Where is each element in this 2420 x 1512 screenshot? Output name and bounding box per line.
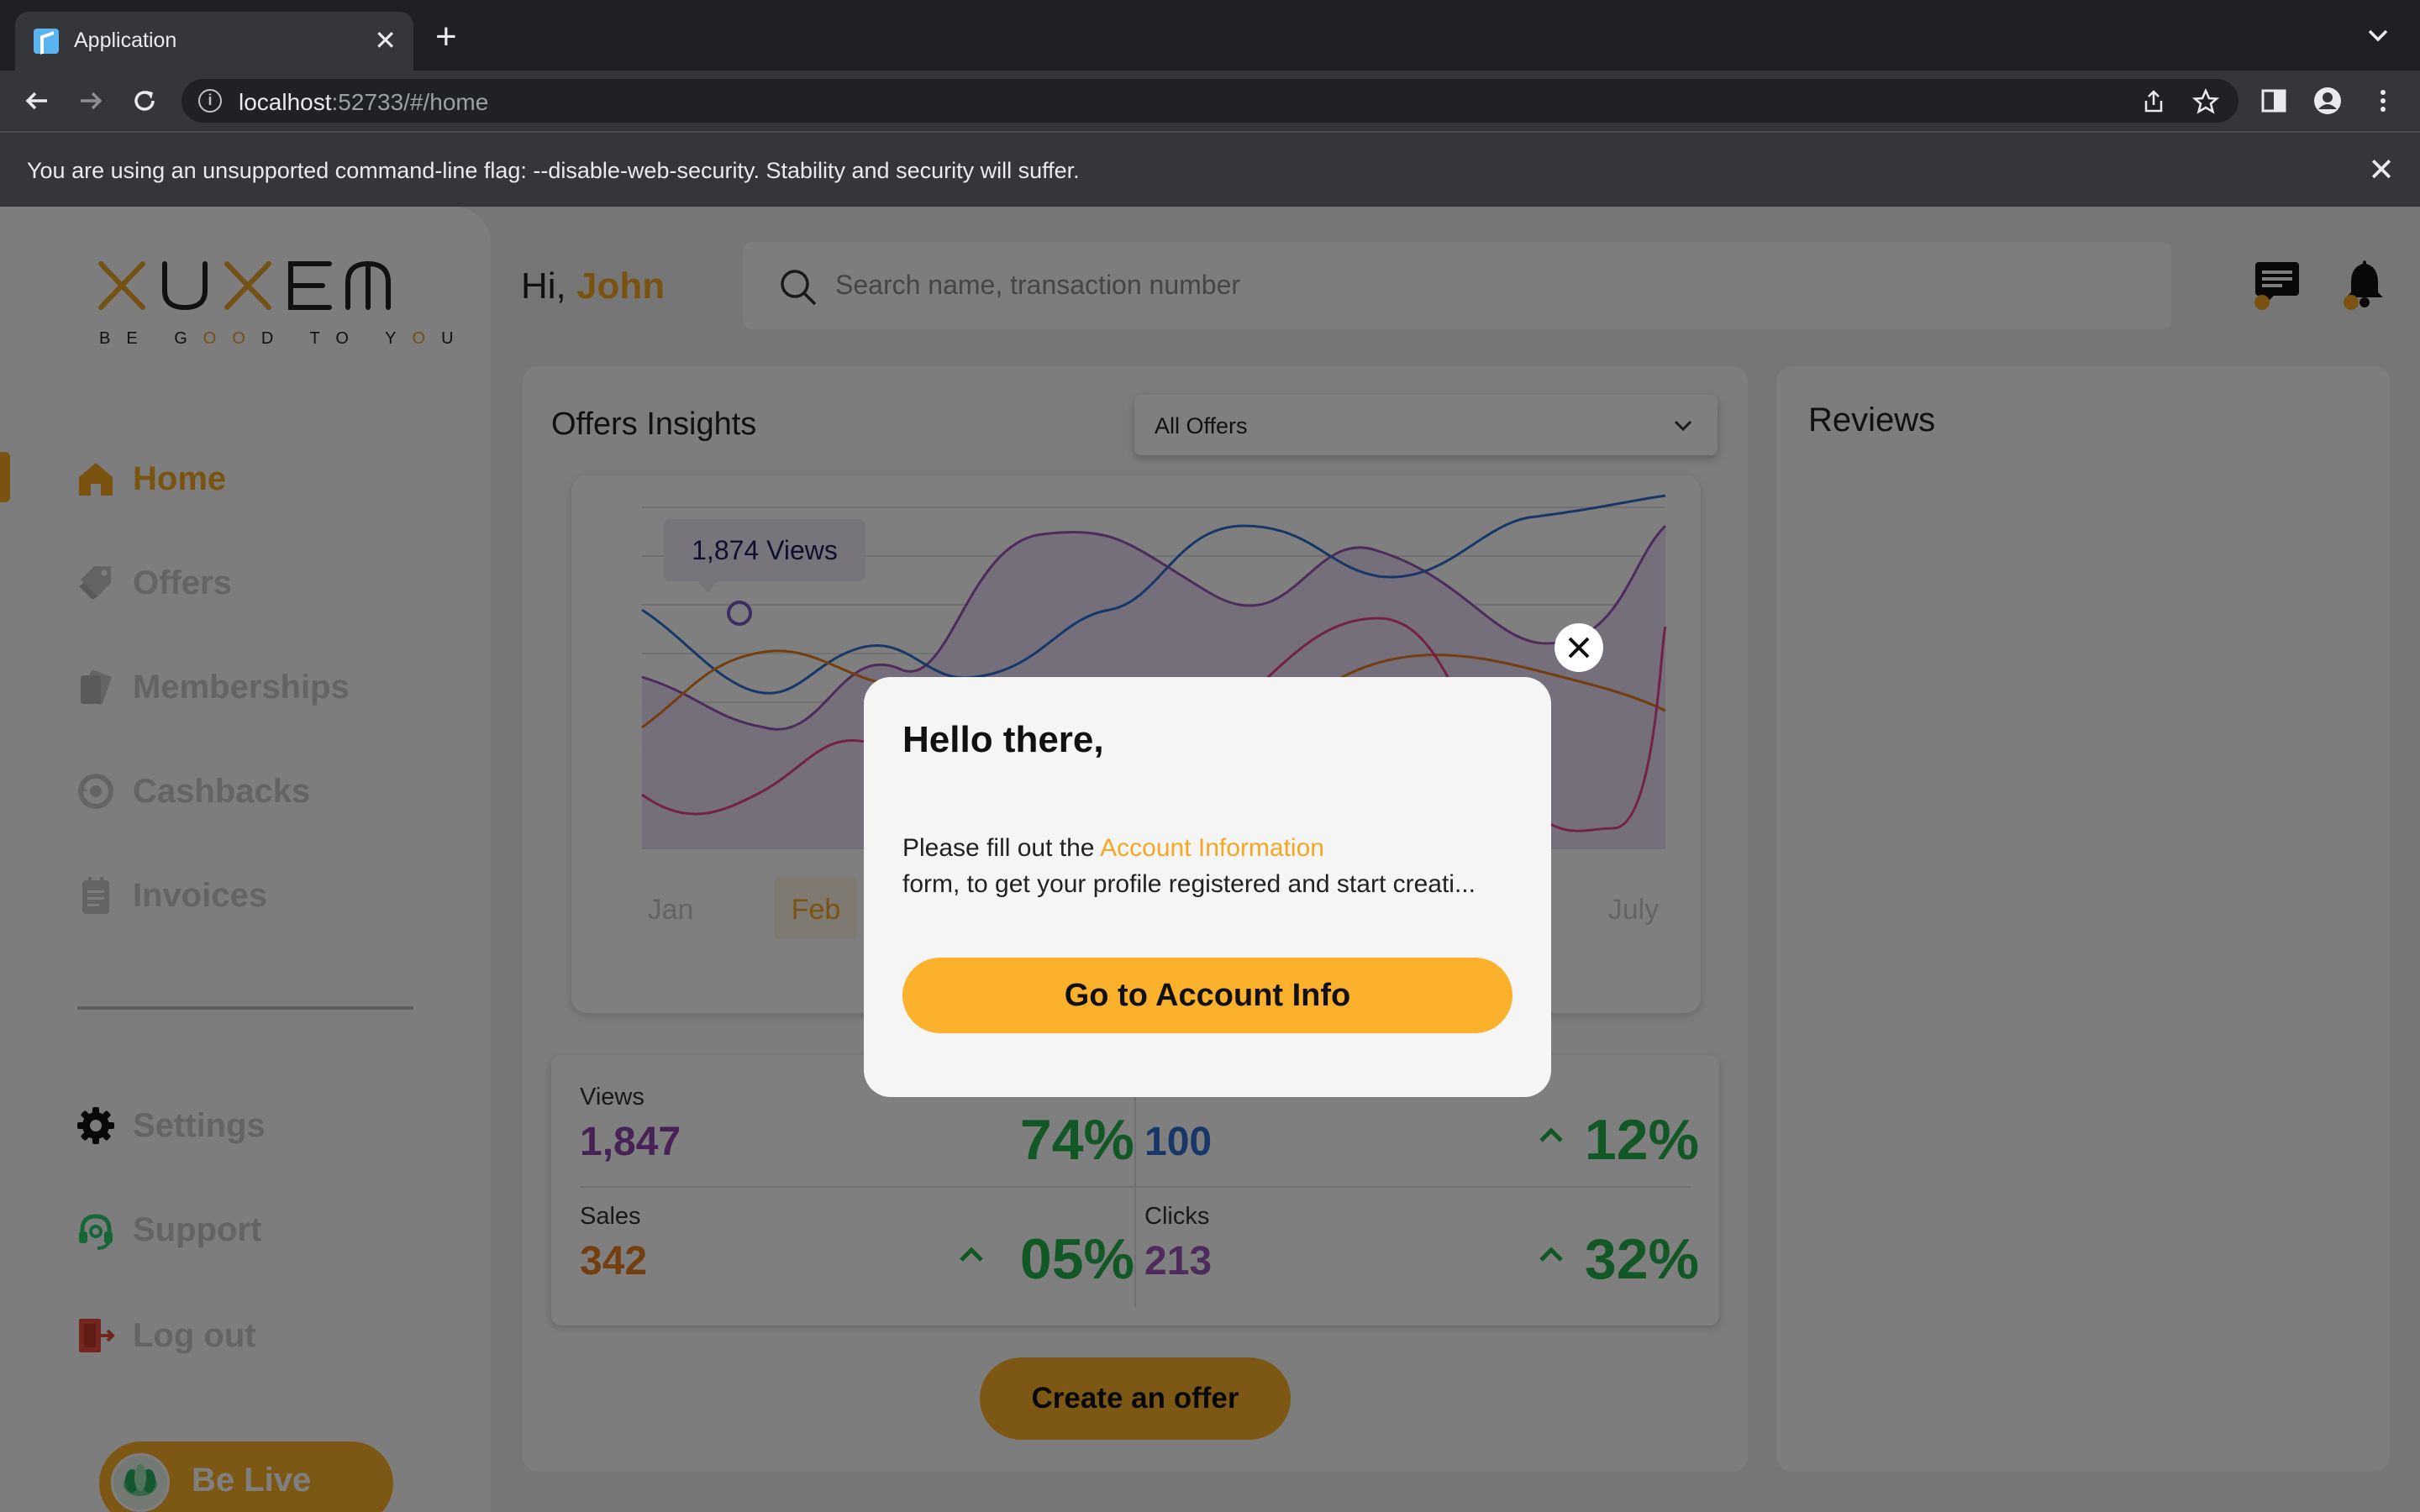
browser-tab-strip: Application ✕ + — [0, 0, 2420, 71]
browser-menu-icon[interactable] — [2368, 86, 2398, 116]
modal-body: Please fill out the Account Information … — [902, 830, 1524, 902]
modal-close-icon[interactable] — [1555, 623, 1603, 672]
infobar-close-icon[interactable]: ✕ — [2368, 151, 2395, 189]
side-panel-icon[interactable] — [2259, 86, 2289, 116]
modal-body-line2: form, to get your profile registered and… — [902, 870, 1476, 898]
modal-body-prefix: Please fill out the — [902, 834, 1101, 862]
back-arrow-icon[interactable] — [18, 82, 55, 119]
go-to-account-info-button[interactable]: Go to Account Info — [902, 958, 1512, 1033]
new-tab-button[interactable]: + — [435, 18, 457, 55]
bookmark-star-icon[interactable] — [2191, 87, 2220, 116]
forward-arrow-icon[interactable] — [72, 82, 109, 119]
browser-tab[interactable]: Application ✕ — [15, 12, 413, 71]
tab-close-icon[interactable]: ✕ — [374, 24, 397, 57]
tab-title: Application — [74, 29, 177, 52]
site-info-icon[interactable]: i — [198, 89, 222, 113]
flutter-favicon-icon — [34, 29, 59, 54]
profile-icon[interactable] — [2312, 86, 2343, 116]
url-path: :52733/#/home — [331, 89, 489, 115]
unsupported-flag-infobar: You are using an unsupported command-lin… — [0, 131, 2420, 207]
browser-toolbar: i localhost:52733/#/home — [0, 71, 2420, 131]
url-host: localhost — [239, 89, 332, 115]
account-information-link[interactable]: Account Information — [1100, 834, 1324, 862]
address-bar[interactable]: i localhost:52733/#/home — [182, 79, 2238, 123]
share-icon[interactable] — [2139, 87, 2168, 116]
reload-icon[interactable] — [126, 82, 163, 119]
url-text: localhost:52733/#/home — [239, 89, 488, 116]
infobar-message: You are using an unsupported command-lin… — [27, 158, 1080, 183]
account-info-modal: Hello there, Please fill out the Account… — [864, 677, 1551, 1097]
tab-search-chevron-icon[interactable] — [2361, 18, 2395, 52]
modal-title: Hello there, — [902, 719, 1104, 760]
